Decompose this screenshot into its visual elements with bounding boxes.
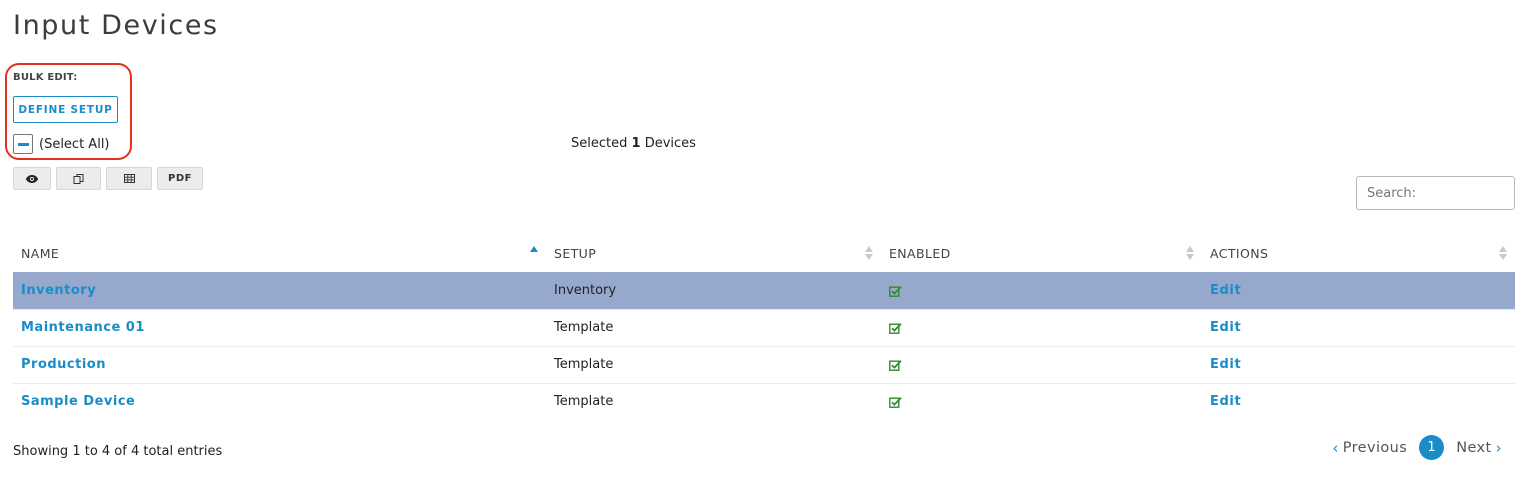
spreadsheet-icon <box>123 174 135 183</box>
spreadsheet-export-button[interactable] <box>106 167 152 190</box>
column-header-enabled-label: ENABLED <box>889 245 951 261</box>
sort-icon <box>1499 245 1507 261</box>
edit-link[interactable]: Edit <box>1210 357 1241 372</box>
indeterminate-mark <box>17 142 29 146</box>
table-row[interactable]: Maintenance 01 Template Edit <box>13 308 1515 346</box>
page-title: Input Devices <box>13 10 219 41</box>
column-visibility-button[interactable] <box>13 167 51 190</box>
selected-devices-count: Selected 1 Devices <box>571 136 696 151</box>
bulk-edit-label: BULK EDIT: <box>13 72 78 83</box>
select-all-control[interactable]: (Select All) <box>13 134 110 154</box>
input-devices-page: Input Devices BULK EDIT: DEFINE SETUP (S… <box>0 0 1528 501</box>
check-icon <box>889 322 902 334</box>
table-row[interactable]: Sample Device Template Edit <box>13 382 1515 420</box>
next-label: Next <box>1456 439 1492 456</box>
device-setup: Inventory <box>554 283 617 298</box>
chevron-right-icon: › <box>1495 438 1502 457</box>
edit-link[interactable]: Edit <box>1210 394 1241 409</box>
copy-icon <box>73 173 84 184</box>
device-name-link[interactable]: Inventory <box>21 283 96 298</box>
previous-label: Previous <box>1342 439 1408 456</box>
eye-icon <box>25 174 39 183</box>
table-row[interactable]: Inventory Inventory Edit <box>13 271 1515 309</box>
selected-count: 1 <box>631 136 641 151</box>
column-header-name[interactable]: NAME <box>13 235 546 272</box>
column-header-actions-label: ACTIONS <box>1210 245 1269 261</box>
select-all-label: (Select All) <box>39 136 110 152</box>
entries-summary: Showing 1 to 4 of 4 total entries <box>13 444 223 459</box>
edit-link[interactable]: Edit <box>1210 283 1241 298</box>
sort-icon <box>1186 245 1194 261</box>
sort-ascending-icon <box>530 245 538 261</box>
check-icon <box>889 359 902 371</box>
check-icon <box>889 285 902 297</box>
next-page-button[interactable]: Next › <box>1456 439 1502 457</box>
select-all-checkbox[interactable] <box>13 134 33 154</box>
column-header-actions[interactable]: ACTIONS <box>1202 235 1515 272</box>
pagination: ‹ Previous 1 Next › <box>1332 435 1502 460</box>
selected-prefix: Selected <box>571 136 628 151</box>
selected-suffix: Devices <box>644 136 696 151</box>
edit-link[interactable]: Edit <box>1210 320 1241 335</box>
device-name-link[interactable]: Production <box>21 357 106 372</box>
previous-page-button[interactable]: ‹ Previous <box>1332 439 1407 457</box>
column-header-name-label: NAME <box>21 245 60 261</box>
devices-table: NAME SETUP ENABLED ACTIONS Inventory Inv… <box>13 235 1515 420</box>
copy-button[interactable] <box>56 167 101 190</box>
column-header-enabled[interactable]: ENABLED <box>881 235 1202 272</box>
check-icon <box>889 396 902 408</box>
export-toolbar: PDF <box>13 167 203 190</box>
device-setup: Template <box>554 357 614 372</box>
define-setup-button[interactable]: DEFINE SETUP <box>13 96 118 123</box>
device-setup: Template <box>554 320 614 335</box>
page-number-current[interactable]: 1 <box>1419 435 1445 460</box>
device-name-link[interactable]: Sample Device <box>21 394 135 409</box>
column-header-setup-label: SETUP <box>554 245 597 261</box>
pdf-export-button[interactable]: PDF <box>157 167 203 190</box>
chevron-left-icon: ‹ <box>1332 438 1339 457</box>
column-header-setup[interactable]: SETUP <box>546 235 881 272</box>
sort-icon <box>865 245 873 261</box>
device-name-link[interactable]: Maintenance 01 <box>21 320 145 335</box>
search-input[interactable] <box>1356 176 1515 210</box>
table-row[interactable]: Production Template Edit <box>13 345 1515 383</box>
table-header-row: NAME SETUP ENABLED ACTIONS <box>13 235 1515 272</box>
device-setup: Template <box>554 394 614 410</box>
